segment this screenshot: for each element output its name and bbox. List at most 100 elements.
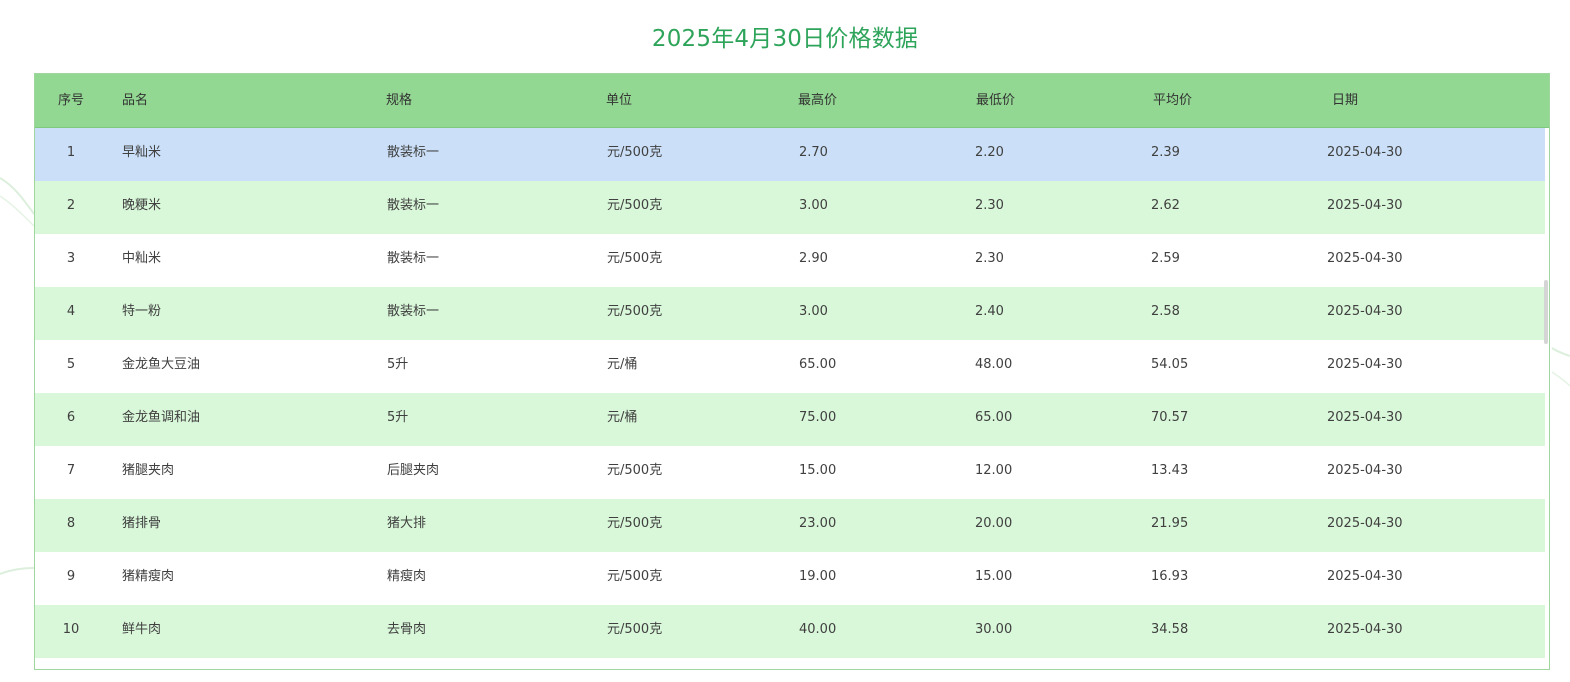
cell-avg-price: 2.39 — [1151, 145, 1180, 160]
cell-low-price: 12.00 — [975, 463, 1013, 478]
cell-high-price: 75.00 — [799, 410, 837, 425]
cell-low-price: 65.00 — [975, 410, 1013, 425]
cell-spec: 散装标一 — [387, 251, 440, 266]
cell-high-price: 2.70 — [799, 145, 828, 160]
cell-index: 10 — [62, 622, 80, 637]
cell-date: 2025-04-30 — [1327, 569, 1403, 584]
table-row[interactable]: 10 鲜牛肉 去骨肉 元/500克 40.00 30.00 34.58 2025… — [35, 605, 1545, 658]
cell-high-price: 3.00 — [799, 198, 828, 213]
cell-unit: 元/500克 — [607, 516, 663, 531]
cell-low-price: 15.00 — [975, 569, 1013, 584]
cell-avg-price: 54.05 — [1151, 357, 1189, 372]
cell-name: 猪精瘦肉 — [122, 569, 175, 584]
cell-low-price: 2.30 — [975, 198, 1004, 213]
cell-avg-price: 16.93 — [1151, 569, 1189, 584]
cell-low-price: 2.20 — [975, 145, 1004, 160]
cell-high-price: 40.00 — [799, 622, 837, 637]
column-header-avg-price[interactable]: 平均价 — [1153, 74, 1192, 128]
cell-name: 猪腿夹肉 — [122, 463, 175, 478]
cell-low-price: 20.00 — [975, 516, 1013, 531]
table-row[interactable]: 7 猪腿夹肉 后腿夹肉 元/500克 15.00 12.00 13.43 202… — [35, 446, 1545, 499]
column-header-spec[interactable]: 规格 — [386, 74, 412, 128]
cell-date: 2025-04-30 — [1327, 410, 1403, 425]
cell-index: 6 — [66, 410, 76, 425]
cell-name: 金龙鱼大豆油 — [122, 357, 201, 372]
cell-high-price: 2.90 — [799, 251, 828, 266]
page: 2025年4月30日价格数据 序号 品名 规格 单位 最高价 最低价 平均价 日… — [0, 0, 1570, 682]
column-header-high-price[interactable]: 最高价 — [798, 74, 837, 128]
table-row[interactable]: 6 金龙鱼调和油 5升 元/桶 75.00 65.00 70.57 2025-0… — [35, 393, 1545, 446]
cell-index: 3 — [66, 251, 76, 266]
cell-avg-price: 21.95 — [1151, 516, 1189, 531]
cell-date: 2025-04-30 — [1327, 145, 1403, 160]
cell-index: 8 — [66, 516, 76, 531]
cell-name: 早籼米 — [122, 145, 162, 160]
cell-spec: 散装标一 — [387, 198, 440, 213]
cell-low-price: 30.00 — [975, 622, 1013, 637]
cell-low-price: 48.00 — [975, 357, 1013, 372]
table-scrollbar[interactable] — [1543, 128, 1549, 669]
page-title: 2025年4月30日价格数据 — [651, 26, 919, 52]
cell-low-price: 2.30 — [975, 251, 1004, 266]
cell-index: 7 — [66, 463, 76, 478]
cell-date: 2025-04-30 — [1327, 357, 1403, 372]
table-row[interactable]: 8 猪排骨 猪大排 元/500克 23.00 20.00 21.95 2025-… — [35, 499, 1545, 552]
cell-name: 鲜牛肉 — [122, 622, 162, 637]
cell-date: 2025-04-30 — [1327, 304, 1403, 319]
cell-name: 中籼米 — [122, 251, 162, 266]
price-table: 序号 品名 规格 单位 最高价 最低价 平均价 日期 1 早籼米 散装标一 元/… — [34, 73, 1550, 670]
table-header: 序号 品名 规格 单位 最高价 最低价 平均价 日期 — [35, 74, 1549, 128]
table-row[interactable]: 4 特一粉 散装标一 元/500克 3.00 2.40 2.58 2025-04… — [35, 287, 1545, 340]
cell-spec: 散装标一 — [387, 304, 440, 319]
table-row[interactable]: 1 早籼米 散装标一 元/500克 2.70 2.20 2.39 2025-04… — [35, 128, 1545, 181]
cell-index: 4 — [66, 304, 76, 319]
cell-high-price: 23.00 — [799, 516, 837, 531]
column-header-unit[interactable]: 单位 — [606, 74, 632, 128]
cell-date: 2025-04-30 — [1327, 251, 1403, 266]
table-row[interactable]: 2 晚粳米 散装标一 元/500克 3.00 2.30 2.62 2025-04… — [35, 181, 1545, 234]
cell-high-price: 15.00 — [799, 463, 837, 478]
table-body: 1 早籼米 散装标一 元/500克 2.70 2.20 2.39 2025-04… — [35, 128, 1545, 658]
scrollbar-thumb[interactable] — [1544, 280, 1548, 344]
cell-avg-price: 70.57 — [1151, 410, 1189, 425]
table-row[interactable]: 5 金龙鱼大豆油 5升 元/桶 65.00 48.00 54.05 2025-0… — [35, 340, 1545, 393]
cell-low-price: 2.40 — [975, 304, 1004, 319]
cell-high-price: 65.00 — [799, 357, 837, 372]
cell-name: 金龙鱼调和油 — [122, 410, 201, 425]
cell-unit: 元/500克 — [607, 463, 663, 478]
cell-index: 1 — [66, 145, 76, 160]
table-row[interactable]: 9 猪精瘦肉 精瘦肉 元/500克 19.00 15.00 16.93 2025… — [35, 552, 1545, 605]
cell-avg-price: 2.62 — [1151, 198, 1180, 213]
cell-avg-price: 13.43 — [1151, 463, 1189, 478]
cell-index: 5 — [66, 357, 76, 372]
cell-date: 2025-04-30 — [1327, 198, 1403, 213]
cell-unit: 元/500克 — [607, 198, 663, 213]
cell-name: 特一粉 — [122, 304, 162, 319]
cell-spec: 猪大排 — [387, 516, 427, 531]
column-header-date[interactable]: 日期 — [1332, 74, 1358, 128]
cell-spec: 精瘦肉 — [387, 569, 427, 584]
cell-high-price: 3.00 — [799, 304, 828, 319]
cell-date: 2025-04-30 — [1327, 622, 1403, 637]
cell-spec: 去骨肉 — [387, 622, 427, 637]
cell-spec: 后腿夹肉 — [387, 463, 440, 478]
cell-index: 9 — [66, 569, 76, 584]
cell-unit: 元/500克 — [607, 569, 663, 584]
column-header-index[interactable]: 序号 — [35, 74, 107, 128]
cell-index: 2 — [66, 198, 76, 213]
cell-spec: 5升 — [387, 410, 409, 425]
cell-unit: 元/桶 — [607, 410, 638, 425]
cell-spec: 5升 — [387, 357, 409, 372]
column-header-low-price[interactable]: 最低价 — [976, 74, 1015, 128]
cell-spec: 散装标一 — [387, 145, 440, 160]
cell-name: 猪排骨 — [122, 516, 162, 531]
cell-avg-price: 2.59 — [1151, 251, 1180, 266]
cell-name: 晚粳米 — [122, 198, 162, 213]
cell-unit: 元/500克 — [607, 145, 663, 160]
table-row[interactable]: 3 中籼米 散装标一 元/500克 2.90 2.30 2.59 2025-04… — [35, 234, 1545, 287]
cell-date: 2025-04-30 — [1327, 516, 1403, 531]
cell-avg-price: 2.58 — [1151, 304, 1180, 319]
cell-high-price: 19.00 — [799, 569, 837, 584]
cell-unit: 元/500克 — [607, 304, 663, 319]
column-header-name[interactable]: 品名 — [122, 74, 148, 128]
